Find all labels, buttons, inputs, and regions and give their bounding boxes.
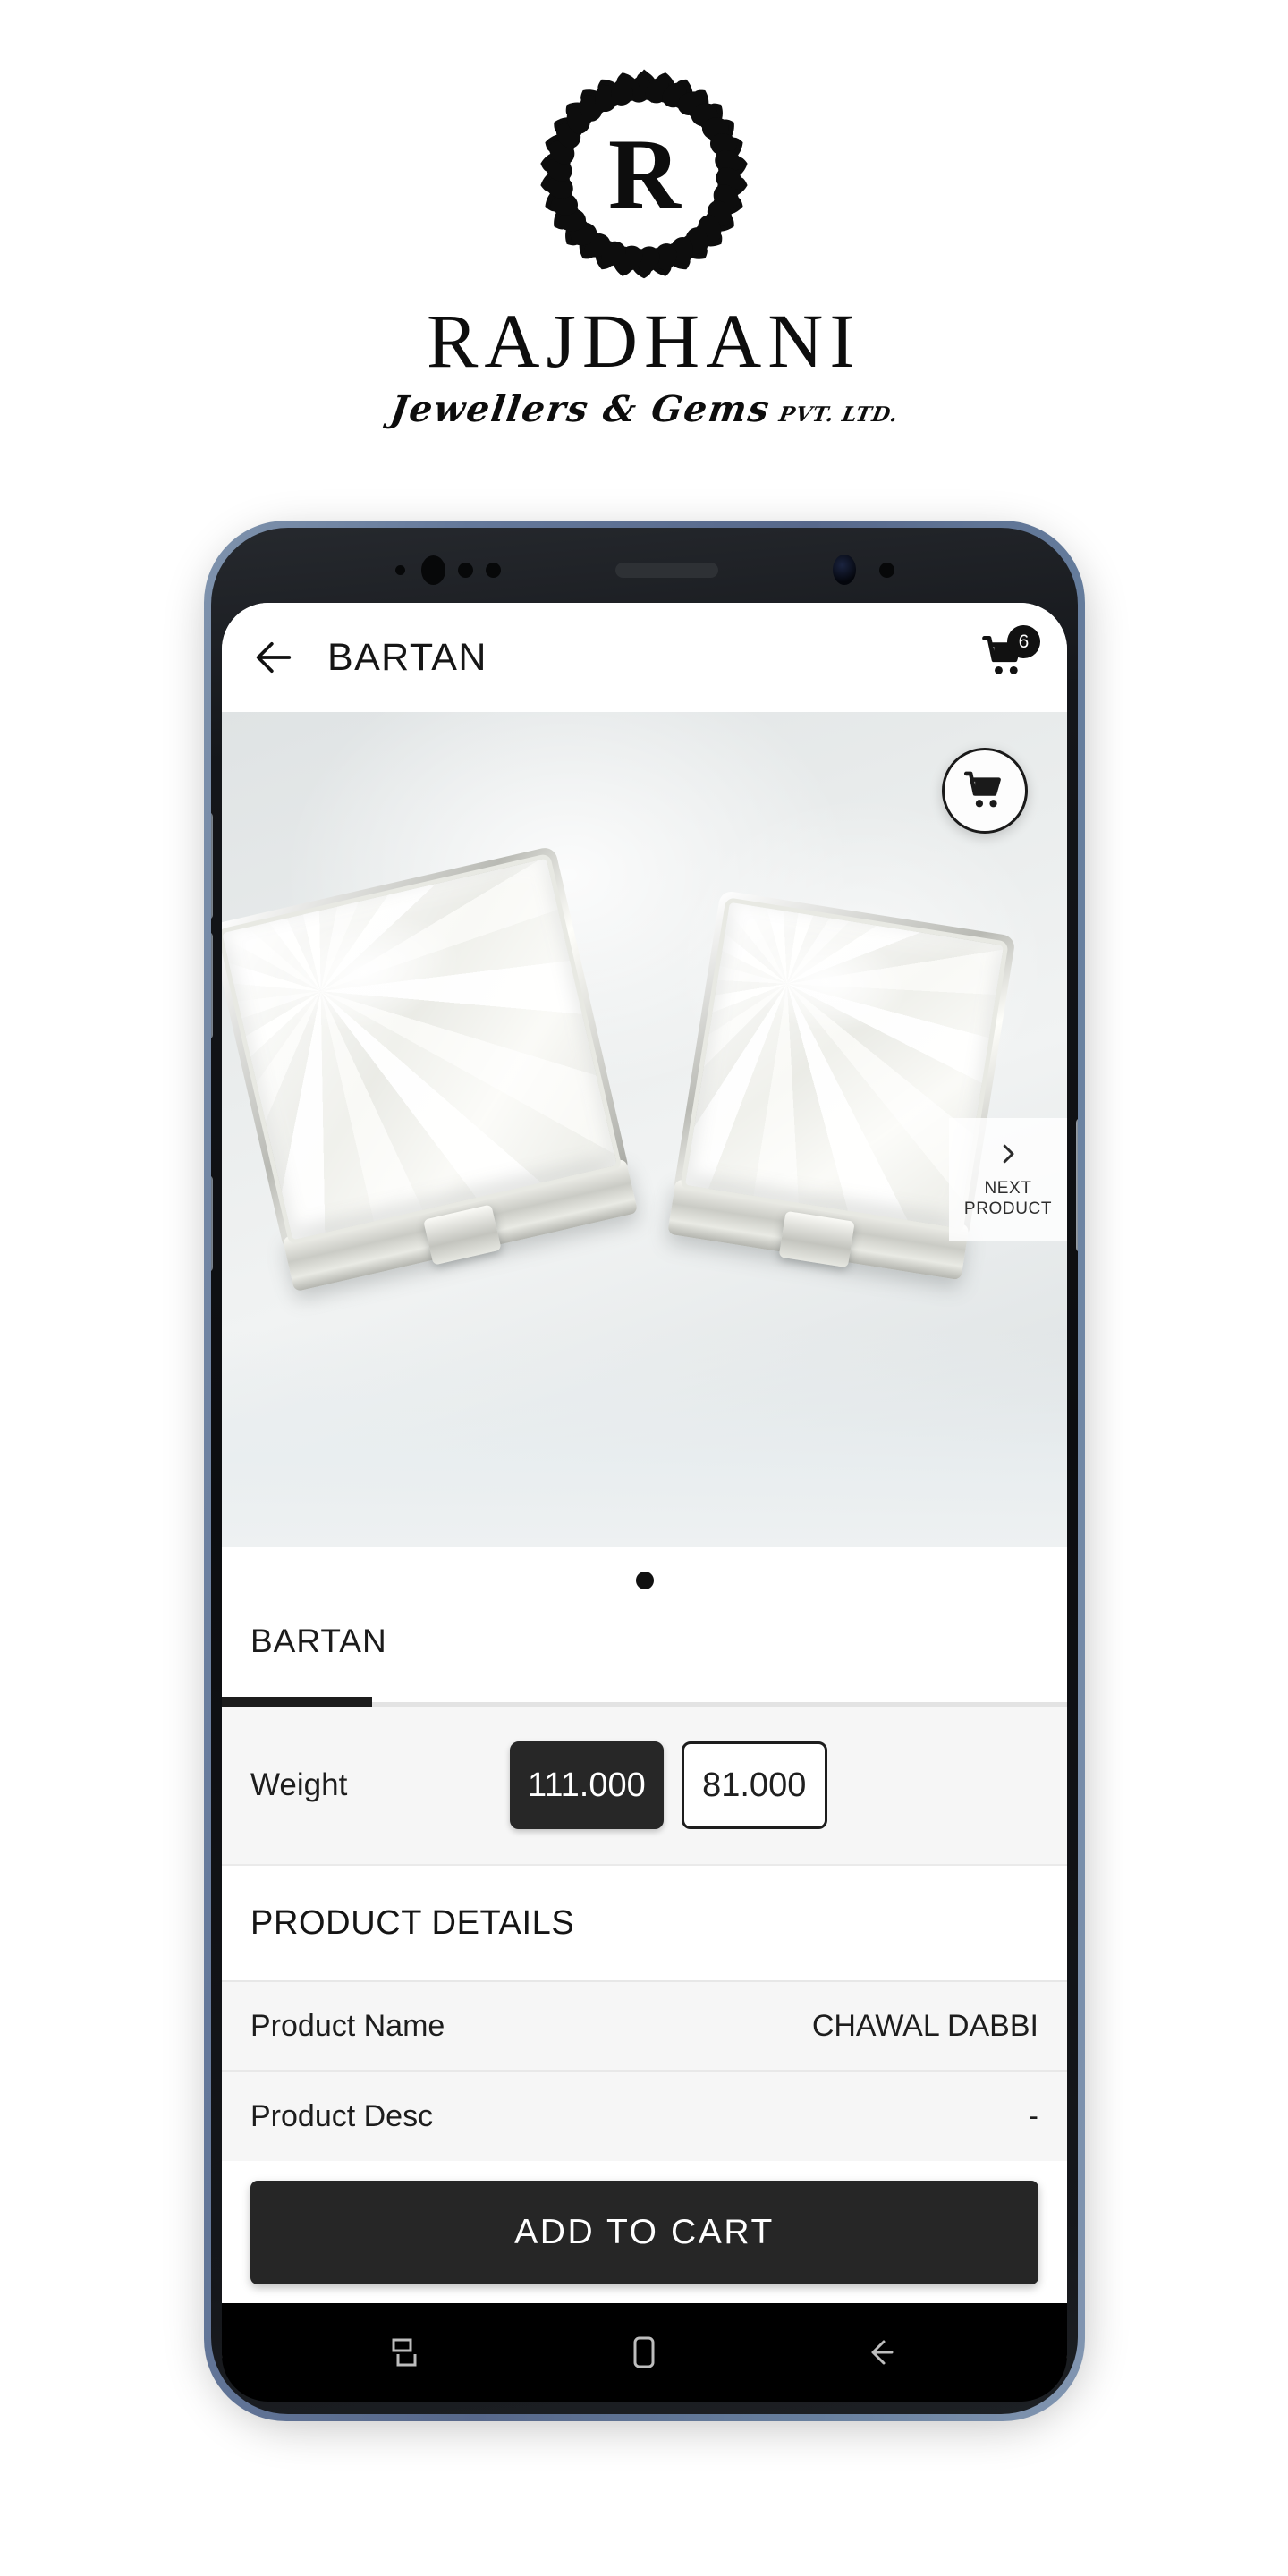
carousel-page-indicator: [222, 1547, 1067, 1614]
page-root: R RAJDHANI Jewellers & Gems PVT. LTD. BA…: [0, 0, 1288, 2576]
next-product-label: NEXT PRODUCT: [964, 1178, 1052, 1219]
cart-button[interactable]: 6: [979, 625, 1040, 683]
page-dot-active[interactable]: [635, 1572, 654, 1589]
brand-name: RAJDHANI: [427, 298, 861, 384]
category-tab-bar: BARTAN: [222, 1614, 1067, 1707]
product-image-carousel[interactable]: NEXT PRODUCT: [222, 712, 1067, 1547]
assistant-button[interactable]: [211, 1175, 213, 1272]
cart-badge: 6: [1007, 625, 1040, 658]
earpiece-speaker-icon: [614, 562, 718, 578]
phone-sensor-row: [211, 547, 1078, 592]
page-title: BARTAN: [327, 635, 487, 679]
weight-options: 111.000 81.000: [510, 1741, 827, 1829]
shopping-cart-icon: [963, 771, 1001, 808]
product-photo-box-left: [222, 845, 639, 1292]
brand-tagline-main: Jewellers & Gems: [387, 388, 773, 430]
back-icon[interactable]: [863, 2331, 906, 2374]
table-row: Product Name CHAWAL DABBI: [222, 1982, 1067, 2072]
detail-key-product-desc: Product Desc: [250, 2098, 434, 2133]
brand-tagline: Jewellers & Gems PVT. LTD.: [387, 388, 901, 430]
tab-active-indicator: [222, 1697, 372, 1707]
led-indicator-icon: [878, 562, 894, 578]
android-navigation-bar: [222, 2303, 1067, 2402]
home-icon[interactable]: [623, 2331, 665, 2374]
add-to-cart-button[interactable]: ADD TO CART: [250, 2181, 1038, 2284]
power-button[interactable]: [1076, 1118, 1078, 1252]
image-surface: [222, 1330, 1067, 1547]
weight-label: Weight: [250, 1767, 348, 1802]
floating-cart-button[interactable]: [942, 748, 1028, 834]
wreath-emblem: R: [532, 63, 756, 286]
front-camera-icon: [832, 555, 856, 585]
chevron-right-icon: [1003, 1144, 1014, 1164]
product-details-list: Product Name CHAWAL DABBI Product Desc -: [222, 1982, 1067, 2161]
brand-logo: R RAJDHANI Jewellers & Gems PVT. LTD.: [0, 63, 1288, 430]
weight-option-selected[interactable]: 111.000: [510, 1741, 664, 1829]
phone-mockup: BARTAN 6 NEXT PRODUCT BARTAN Weight 111.…: [204, 521, 1085, 2421]
volume-up-button[interactable]: [211, 812, 213, 919]
iris-scanner-icon: [420, 555, 445, 585]
sensor-dot-icon: [394, 564, 405, 575]
weight-selector-row: Weight 111.000 81.000: [222, 1707, 1067, 1866]
phone-screen: BARTAN 6 NEXT PRODUCT BARTAN Weight 111.…: [222, 603, 1067, 2399]
brand-monogram: R: [608, 119, 681, 230]
table-row: Product Desc -: [222, 2072, 1067, 2161]
detail-key-product-name: Product Name: [250, 2008, 445, 2043]
next-product-line2: PRODUCT: [963, 1199, 1053, 1218]
app-bar: BARTAN 6: [222, 603, 1067, 712]
detail-value-product-desc: -: [1028, 2098, 1038, 2133]
product-details-header: PRODUCT DETAILS: [222, 1866, 1067, 1982]
brand-tagline-suffix: PVT. LTD.: [776, 402, 901, 427]
tab-bartan[interactable]: BARTAN: [222, 1614, 387, 1660]
next-product-button[interactable]: NEXT PRODUCT: [949, 1118, 1067, 1241]
weight-option-unselected[interactable]: 81.000: [681, 1741, 827, 1829]
phone-bezel: BARTAN 6 NEXT PRODUCT BARTAN Weight 111.…: [211, 528, 1078, 2414]
detail-value-product-name: CHAWAL DABBI: [811, 2008, 1038, 2043]
light-sensor-icon: [485, 562, 501, 578]
recents-icon[interactable]: [383, 2331, 426, 2374]
volume-down-button[interactable]: [211, 932, 213, 1039]
next-product-line1: NEXT: [984, 1178, 1032, 1198]
arrow-left-icon[interactable]: [250, 634, 297, 681]
proximity-sensor-icon: [457, 562, 473, 578]
